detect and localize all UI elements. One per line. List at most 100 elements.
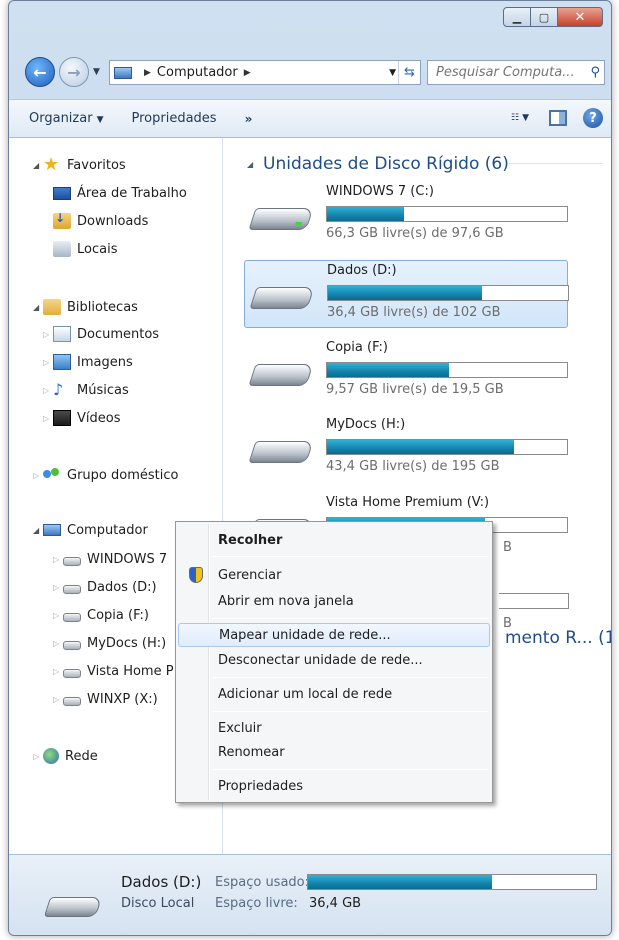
expanded-triangle-icon[interactable]: ◢ [247, 160, 257, 169]
menu-item-properties[interactable]: Propriedades [178, 774, 490, 798]
organize-label: Organizar [29, 111, 93, 126]
address-bar[interactable]: ▶ Computador ▶ ▼ ⇆ [109, 60, 421, 85]
collapsed-triangle-icon[interactable]: ▷ [43, 358, 53, 367]
search-input[interactable] [434, 64, 584, 81]
breadcrumb-arrow-icon[interactable]: ▶ [244, 68, 251, 78]
menu-item-manage[interactable]: Gerenciar [178, 563, 490, 587]
change-view-button[interactable]: ☷ ▼ [511, 109, 533, 127]
properties-button[interactable]: Propriedades [131, 111, 216, 126]
nav-item-label: Locais [77, 241, 118, 257]
collapsed-triangle-icon[interactable]: ▷ [53, 583, 63, 592]
nav-drive-h[interactable]: ▷ MyDocs (H:) [53, 632, 166, 654]
menu-item-delete[interactable]: Excluir [178, 716, 490, 740]
search-box[interactable]: ⚲ [427, 60, 605, 85]
drive-tile[interactable]: Copia (F:) 9,57 GB livre(s) de 19,5 GB [244, 338, 568, 406]
expanded-triangle-icon[interactable]: ◢ [33, 303, 43, 312]
collapsed-triangle-icon[interactable]: ▷ [43, 414, 53, 423]
nav-item-label: Área de Trabalho [77, 185, 187, 201]
back-button[interactable]: ← [25, 57, 55, 87]
forward-button[interactable]: → [59, 57, 89, 87]
refresh-button[interactable]: ⇆ [398, 61, 420, 84]
drive-free-space: 66,3 GB livre(s) de 97,6 GB [326, 226, 504, 241]
drive-name: Dados (D:) [327, 263, 397, 278]
chevron-down-icon: ▼ [96, 115, 104, 125]
collapsed-triangle-icon[interactable]: ▷ [33, 471, 43, 480]
drive-tile[interactable]: WINDOWS 7 (C:) 66,3 GB livre(s) de 97,6 … [244, 182, 568, 250]
more-commands-button[interactable]: » [245, 112, 253, 126]
nav-item-videos[interactable]: ▷ Vídeos [43, 407, 120, 429]
group-header-hard-drives[interactable]: ◢ Unidades de Disco Rígido (6) [247, 152, 509, 176]
help-icon[interactable]: ? [583, 108, 603, 128]
breadcrumb-arrow-icon[interactable]: ▶ [144, 68, 151, 78]
arrow-left-icon: ← [33, 62, 47, 82]
nav-homegroup[interactable]: ▷ Grupo doméstico [33, 464, 178, 486]
menu-item-disconnect-network-drive[interactable]: Desconectar unidade de rede... [178, 648, 490, 672]
menu-item-collapse[interactable]: Recolher [178, 528, 490, 552]
collapsed-triangle-icon[interactable]: ▷ [53, 695, 63, 704]
drive-led [295, 222, 303, 225]
drive-free-space: 9,57 GB livre(s) de 19,5 GB [326, 382, 504, 397]
collapsed-triangle-icon[interactable]: ▷ [53, 639, 63, 648]
nav-item-places[interactable]: Locais [53, 238, 117, 260]
breadcrumb-computer[interactable]: Computador [157, 65, 238, 80]
menu-item-map-network-drive[interactable]: Mapear unidade de rede... [178, 623, 490, 647]
nav-item-label: Vista Home P [87, 663, 174, 679]
drive-free-space: 43,4 GB livre(s) de 195 GB [326, 459, 500, 474]
nav-item-downloads[interactable]: Downloads [53, 210, 148, 232]
collapsed-triangle-icon[interactable]: ▷ [53, 611, 63, 620]
nav-network-label: Rede [65, 748, 98, 764]
chevron-down-icon: ▼ [522, 113, 529, 123]
collapsed-triangle-icon[interactable]: ▷ [33, 752, 43, 761]
nav-drive-f[interactable]: ▷ Copia (F:) [53, 604, 149, 626]
libraries-icon [43, 299, 61, 315]
nav-item-music[interactable]: ▷ ♪ Músicas [43, 379, 129, 401]
pictures-icon [53, 354, 71, 370]
collapsed-triangle-icon[interactable]: ▷ [53, 555, 63, 564]
expanded-triangle-icon[interactable]: ◢ [33, 526, 43, 535]
details-used-label: Espaço usado: [215, 875, 310, 890]
uac-shield-icon [189, 567, 203, 583]
drive-tile-selected[interactable]: Dados (D:) 36,4 GB livre(s) de 102 GB [244, 260, 569, 328]
menu-item-open-new-window[interactable]: Abrir em nova janela [178, 589, 490, 613]
collapsed-triangle-icon[interactable]: ▷ [53, 667, 63, 676]
nav-computer[interactable]: ◢ Computador [33, 519, 148, 541]
search-icon[interactable]: ⚲ [590, 65, 600, 80]
nav-drive-v[interactable]: ▷ Vista Home P [53, 660, 174, 682]
homegroup-icon [43, 467, 61, 483]
nav-favorites[interactable]: ◢ ★ Favoritos [33, 154, 126, 176]
nav-item-label: MyDocs (H:) [87, 635, 167, 651]
nav-drive-x[interactable]: ▷ WINXP (X:) [53, 688, 158, 710]
nav-libraries-label: Bibliotecas [67, 299, 138, 315]
menu-item-add-network-location[interactable]: Adicionar um local de rede [178, 682, 490, 706]
group-header-partial[interactable]: mento R... (1) [505, 628, 611, 648]
refresh-icon: ⇆ [404, 65, 415, 80]
recent-pages-dropdown[interactable]: ▼ [93, 67, 100, 77]
drive-icon [63, 584, 81, 594]
expanded-triangle-icon[interactable]: ◢ [33, 161, 43, 170]
nav-item-pictures[interactable]: ▷ Imagens [43, 351, 133, 373]
collapsed-triangle-icon[interactable]: ▷ [43, 330, 53, 339]
details-usage-bar [307, 874, 597, 890]
minimize-button[interactable]: ▁ [503, 7, 531, 27]
hard-drive-icon [248, 364, 314, 386]
details-drive-name: Dados (D:) [121, 873, 202, 891]
preview-pane-icon[interactable] [549, 110, 567, 126]
nav-drive-d[interactable]: ▷ Dados (D:) [53, 576, 157, 598]
drive-tile[interactable]: MyDocs (H:) 43,4 GB livre(s) de 195 GB [244, 415, 568, 483]
hard-drive-icon [248, 208, 314, 230]
nav-item-desktop[interactable]: Área de Trabalho [53, 182, 187, 204]
menu-item-rename[interactable]: Renomear [178, 740, 490, 764]
computer-icon [43, 524, 61, 536]
network-icon [43, 748, 59, 764]
close-button[interactable]: ✕ [558, 7, 603, 27]
address-dropdown-icon[interactable]: ▼ [389, 68, 396, 78]
nav-network[interactable]: ▷ Rede [33, 745, 98, 767]
maximize-button[interactable]: ▢ [531, 7, 558, 27]
nav-libraries[interactable]: ◢ Bibliotecas [33, 296, 138, 318]
nav-item-documents[interactable]: ▷ Documentos [43, 323, 159, 345]
collapsed-triangle-icon[interactable]: ▷ [43, 386, 53, 395]
details-pane: Dados (D:) Disco Local Espaço usado: Esp… [9, 854, 611, 935]
group-divider [509, 163, 603, 164]
nav-drive-c[interactable]: ▷ WINDOWS 7 [53, 548, 167, 570]
organize-button[interactable]: Organizar ▼ [29, 111, 103, 126]
